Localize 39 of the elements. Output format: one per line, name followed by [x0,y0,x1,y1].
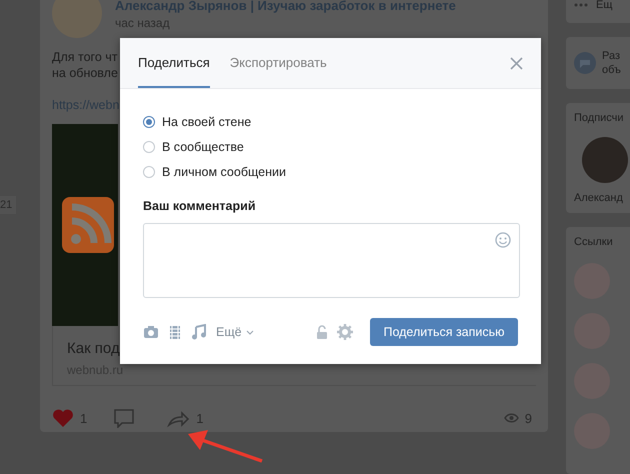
more-menu[interactable]: Ещё [216,325,254,339]
music-icon[interactable] [191,324,207,340]
more-link[interactable]: Ещ [596,0,612,12]
dialog-tab[interactable]: Экспортировать [230,38,327,88]
radio-option[interactable]: В личном сообщении [143,159,286,184]
follower-name[interactable]: Александ [574,190,623,205]
followers-title: Подписчи [574,110,624,125]
rss-icon [62,197,114,253]
comment-field[interactable] [143,223,520,298]
share-icon [167,408,190,428]
post-text: на обновле [52,66,118,80]
follower-avatar[interactable] [582,136,628,183]
settings-icon[interactable] [337,324,353,340]
radio-label: В личном сообщении [162,164,286,178]
radio-button[interactable] [143,116,155,128]
links-title: Ссылки [574,234,614,249]
padlock-icon[interactable] [316,325,328,339]
notice-text: объ [602,63,621,78]
radio-label: На своей стене [162,114,252,128]
snippet-title: Как под [67,340,119,357]
close-icon[interactable] [510,56,523,70]
share-post-button[interactable]: Поделиться записью [370,318,518,346]
radio-option[interactable]: В сообществе [143,134,244,159]
post-text: Для того чт [52,50,118,64]
eye-icon [504,412,519,424]
dots-icon [574,2,588,7]
radio-button[interactable] [143,166,155,178]
film-icon[interactable] [168,324,182,340]
radio-button[interactable] [143,140,155,152]
notice-text: Раз [602,49,621,64]
comment-label: Ваш комментарий [143,199,256,213]
radio-option[interactable]: На своей стене [143,109,252,134]
comment-icon [113,408,136,428]
radio-label: В сообществе [162,140,244,154]
dialog-tab[interactable]: Поделиться [138,38,210,88]
caret-icon [246,330,254,334]
more-label: Ещё [216,325,242,339]
camera-icon[interactable] [143,325,159,339]
smiley-icon[interactable] [495,232,511,248]
